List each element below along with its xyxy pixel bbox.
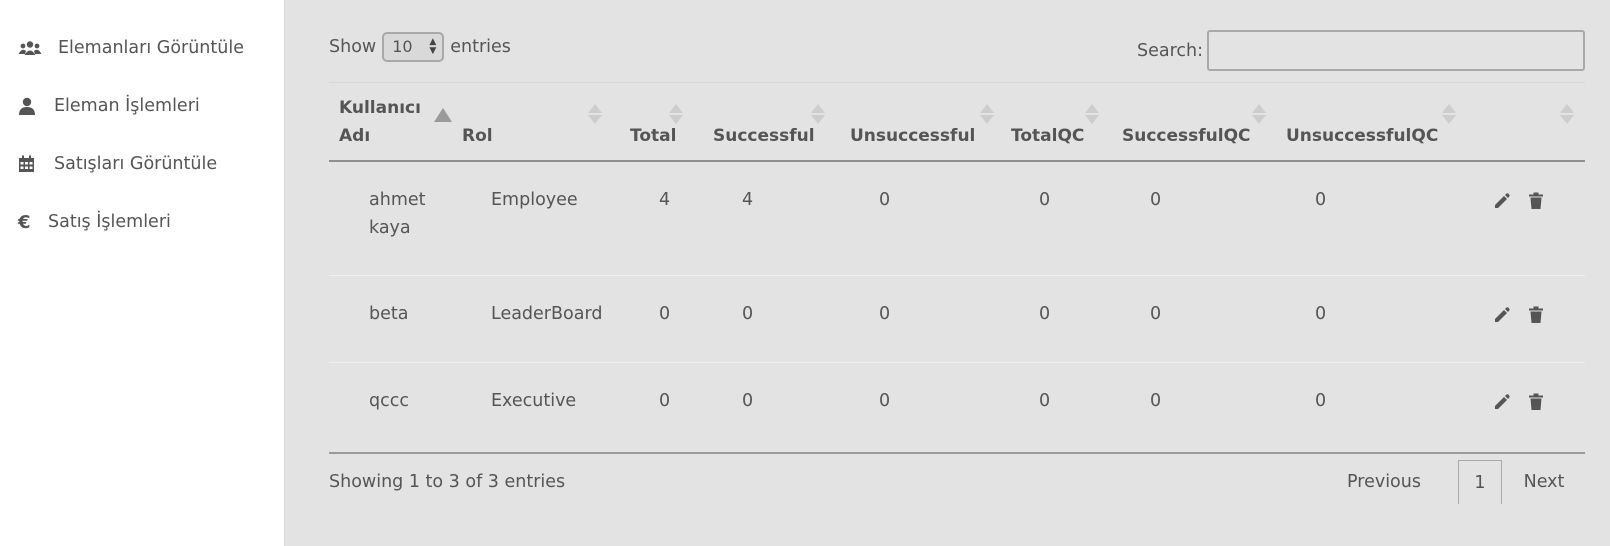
column-header-totalqc[interactable]: TotalQC (1011, 90, 1111, 160)
table-header: Kullanıcı Adı Rol Total Successful Unsuc… (329, 90, 1585, 162)
cell-total: 4 (659, 190, 671, 210)
entries-length-value: 10 (392, 37, 413, 56)
column-header-unsuccessful[interactable]: Unsuccessful (850, 90, 1000, 160)
table-top-divider (329, 82, 1585, 83)
next-page-button[interactable]: Next (1509, 460, 1579, 504)
page-1-button[interactable]: 1 (1458, 460, 1502, 504)
cell-username: qccc (369, 391, 409, 411)
cell-unsuccessfulqc: 0 (1315, 391, 1327, 411)
calendar-icon (18, 154, 42, 174)
sort-icon (588, 104, 604, 126)
table-info: Showing 1 to 3 of 3 entries (329, 472, 566, 492)
cell-total: 0 (659, 304, 671, 324)
column-header-total[interactable]: Total (630, 90, 700, 160)
cell-unsuccessfulqc: 0 (1315, 190, 1327, 210)
sort-icon (980, 104, 996, 126)
cell-successful: 0 (742, 391, 754, 411)
cell-unsuccessful: 0 (879, 190, 891, 210)
users-icon (18, 38, 42, 58)
euro-icon: € (18, 211, 31, 233)
cell-successful: 4 (742, 190, 754, 210)
length-control: Show 10 ▲ ▼ entries (329, 32, 511, 62)
sidebar-item-label: Satışları Görüntüle (54, 154, 218, 174)
table-row: ahmet kaya Employee 4 4 0 0 0 0 (329, 162, 1585, 276)
sidebar-item-view-employees[interactable]: Elemanları Görüntüle (18, 38, 244, 58)
cell-successfulqc: 0 (1150, 190, 1162, 210)
sort-icon (669, 104, 685, 126)
column-header-username[interactable]: Kullanıcı Adı (339, 90, 459, 160)
cell-totalqc: 0 (1039, 391, 1051, 411)
cell-successful: 0 (742, 304, 754, 324)
column-header-role[interactable]: Rol (462, 90, 612, 160)
user-icon (18, 96, 42, 116)
column-header-unsuccessfulqc[interactable]: UnsuccessfulQC (1286, 90, 1466, 160)
cell-unsuccessful: 0 (879, 304, 891, 324)
previous-page-button[interactable]: Previous (1335, 460, 1433, 504)
cell-successfulqc: 0 (1150, 391, 1162, 411)
sort-icon (1252, 104, 1268, 126)
sort-icon (1560, 104, 1576, 126)
edit-icon[interactable] (1493, 306, 1511, 324)
edit-icon[interactable] (1493, 192, 1511, 210)
sort-icon (1085, 104, 1101, 126)
search-control: Search: (1137, 30, 1585, 71)
entries-length-select[interactable]: 10 ▲ ▼ (382, 32, 445, 62)
sort-icon (1442, 104, 1458, 126)
entries-label: entries (450, 37, 511, 57)
cell-totalqc: 0 (1039, 190, 1051, 210)
cell-role: Employee (491, 190, 578, 210)
sidebar-item-label: Eleman İşlemleri (54, 96, 200, 116)
cell-successfulqc: 0 (1150, 304, 1162, 324)
cell-role: Executive (491, 391, 577, 411)
trash-icon[interactable] (1528, 306, 1546, 324)
cell-unsuccessful: 0 (879, 391, 891, 411)
trash-icon[interactable] (1528, 192, 1546, 210)
search-label: Search: (1136, 40, 1203, 61)
main-content: Show 10 ▲ ▼ entries Search: Kullanıcı Adı… (285, 0, 1610, 546)
sidebar: Elemanları Görüntüle Eleman İşlemleri Sa… (0, 0, 285, 546)
cell-total: 0 (659, 391, 671, 411)
table-bottom-divider (329, 452, 1585, 454)
sidebar-item-employee-operations[interactable]: Eleman İşlemleri (18, 96, 200, 116)
sort-ascending-icon (434, 108, 452, 122)
cell-unsuccessfulqc: 0 (1315, 304, 1327, 324)
trash-icon[interactable] (1528, 393, 1546, 411)
table-row: beta LeaderBoard 0 0 0 0 0 0 (329, 276, 1585, 363)
column-header-successfulqc[interactable]: SuccessfulQC (1122, 90, 1272, 160)
column-header-actions[interactable] (1479, 90, 1579, 160)
edit-icon[interactable] (1493, 393, 1511, 411)
cell-username: beta (369, 304, 409, 324)
select-arrows-icon: ▲ ▼ (429, 37, 437, 56)
cell-role: LeaderBoard (491, 304, 603, 324)
sidebar-item-sales-operations[interactable]: € Satış İşlemleri (18, 211, 171, 233)
column-header-successful[interactable]: Successful (713, 90, 833, 160)
sidebar-item-label: Elemanları Görüntüle (58, 38, 244, 58)
sidebar-item-label: Satış İşlemleri (48, 212, 171, 232)
show-label: Show (329, 37, 377, 57)
cell-totalqc: 0 (1039, 304, 1051, 324)
table-row: qccc Executive 0 0 0 0 0 0 (329, 363, 1585, 451)
sort-icon (811, 104, 827, 126)
search-input[interactable] (1207, 30, 1585, 71)
cell-username: ahmet kaya (369, 190, 426, 238)
sidebar-item-view-sales[interactable]: Satışları Görüntüle (18, 154, 217, 174)
